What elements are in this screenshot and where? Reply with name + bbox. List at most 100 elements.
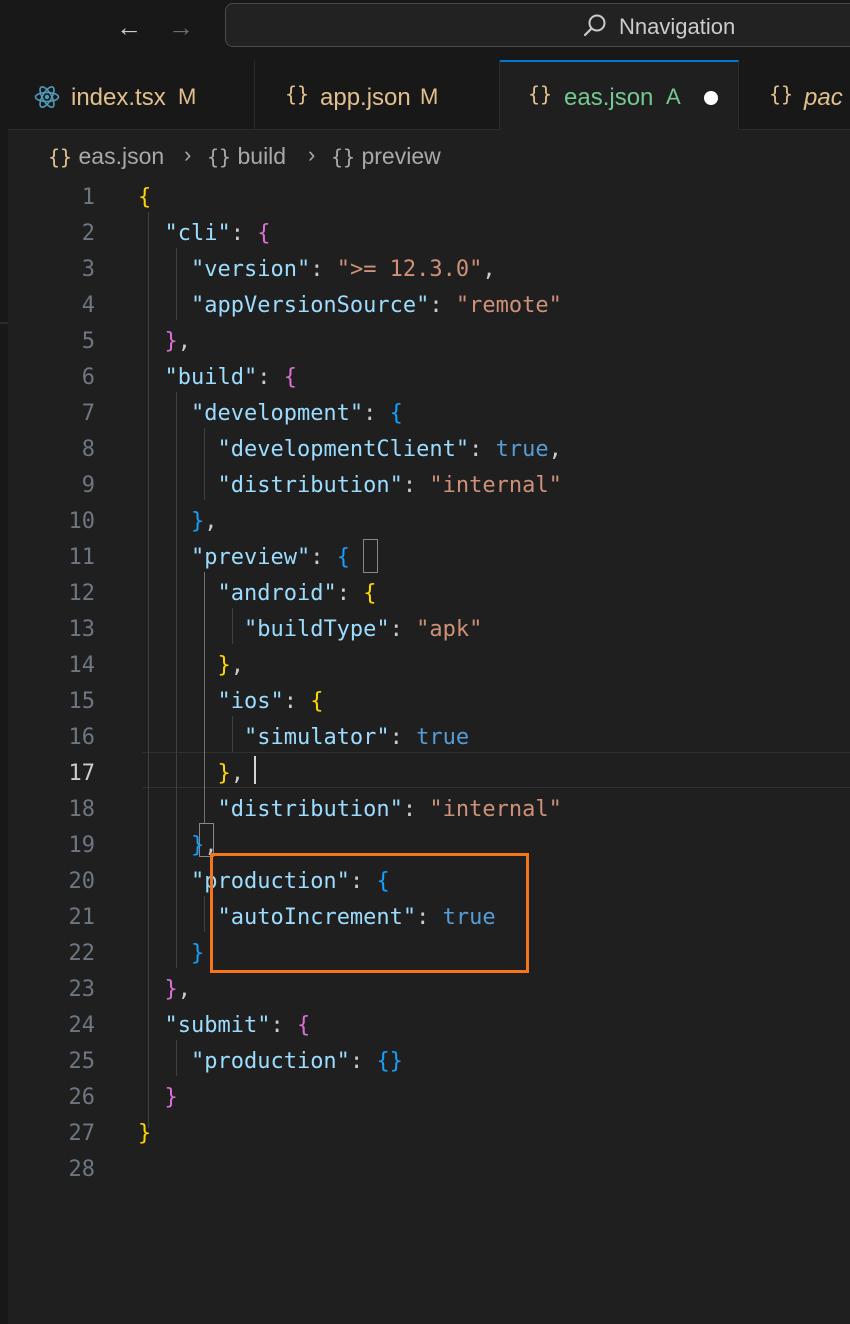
json-braces-icon: {} [528,82,553,106]
code-text: "buildType": "apk" [243,617,483,642]
code-line: 9 "distribution": "internal" [8,468,850,504]
search-text: Nnavigation [619,14,736,39]
command-center-search[interactable]: Nnavigation [225,3,850,47]
code-line: 7 "development": { [8,396,850,432]
breadcrumb: {} eas.json › {} build › {} preview [8,130,850,180]
breadcrumb-item-preview[interactable]: {} preview [331,143,441,170]
forward-arrow-icon[interactable]: → [168,12,194,42]
line-number: 23 [68,977,96,1002]
code-line: 5 }, [8,324,850,360]
line-number: 19 [68,833,96,858]
line-number: 16 [68,725,96,750]
tab-index-tsx[interactable]: index.tsx M [8,60,255,130]
code-text: "production": {} [190,1049,403,1074]
code-text: }, [217,653,244,678]
line-number: 18 [68,797,96,822]
code-text: }, [164,329,192,354]
code-line: 14 }, [8,648,850,684]
line-number: 9 [81,473,95,498]
code-line: 15 "ios": { [8,684,850,720]
line-number: 5 [81,329,95,354]
unsaved-dot-icon[interactable] [704,91,718,105]
activity-bar-edge [0,60,8,1324]
code-text: }, [217,761,244,786]
code-line: 2 "cli": { [8,216,850,252]
code-line: 26 } [8,1080,850,1116]
code-text: } [138,1121,152,1146]
line-number: 28 [68,1157,96,1182]
json-braces-icon: {} [769,82,794,106]
code-text: }, [190,509,218,534]
line-number: 2 [81,221,95,246]
tab-git-status: M [178,84,197,109]
breadcrumb-item-eas-json[interactable]: {} eas.json [48,143,164,170]
code-line: 4 "appVersionSource": "remote" [8,288,850,324]
code-line: 10 }, [8,504,850,540]
code-line: 11 "preview": { [8,540,850,576]
line-number: 14 [68,653,96,678]
code-line: 27} [8,1116,850,1152]
code-text: "submit": { [164,1013,311,1038]
code-text: "simulator": true [243,725,470,750]
json-braces-icon: {} [285,82,310,106]
breadcrumb-label: preview [361,143,441,169]
code-line: 24 "submit": { [8,1008,850,1044]
line-number: 22 [68,941,96,966]
text-cursor [254,756,256,784]
code-text: { [138,185,152,210]
search-icon [583,14,606,37]
tab-eas-json[interactable]: {} eas.json A [500,60,739,130]
chevron-right-icon: › [184,142,192,167]
code-line-current: 17 }, [8,756,850,792]
line-number: 20 [68,869,96,894]
code-line: 18 "distribution": "internal" [8,792,850,828]
tab-label: pac [804,84,843,111]
json-braces-icon: {} [48,145,73,169]
code-line: 23 }, [8,972,850,1008]
code-line: 1{ [8,180,850,216]
line-number: 11 [68,545,96,570]
code-text: }, [164,977,192,1002]
line-number: 26 [68,1085,96,1110]
react-icon [34,85,60,109]
line-number: 13 [68,617,96,642]
code-text: "version": ">= 12.3.0", [190,257,496,282]
code-line: 3 "version": ">= 12.3.0", [8,252,850,288]
line-number: 17 [68,761,96,786]
code-text: "build": { [164,365,297,390]
line-number: 8 [81,437,95,462]
tab-label: index.tsx [71,84,166,111]
code-text: } [164,1085,178,1110]
back-arrow-icon[interactable]: ← [116,12,142,42]
object-braces-icon: {} [331,145,356,169]
object-braces-icon: {} [207,145,232,169]
code-text: "ios": { [217,689,324,714]
line-number: 7 [81,401,95,426]
breadcrumb-item-build[interactable]: {} build [207,143,286,170]
code-text: "distribution": "internal" [217,473,562,498]
tab-app-json[interactable]: {} app.json M [255,60,500,130]
code-line: 28 [8,1152,850,1188]
code-line: 8 "developmentClient": true, [8,432,850,468]
line-number: 12 [68,581,96,606]
chevron-right-icon: › [308,142,316,167]
line-number: 25 [68,1049,96,1074]
code-editor[interactable]: 1{ 2 "cli": { 3 "version": ">= 12.3.0", … [8,180,850,1324]
editor-tab-bar: index.tsx M {} app.json M {} eas.json A … [8,60,850,130]
tab-git-status: M [420,84,439,109]
code-line: 12 "android": { [8,576,850,612]
line-number: 27 [68,1121,96,1146]
edge-divider [0,322,8,324]
code-line: 13 "buildType": "apk" [8,612,850,648]
line-number: 24 [68,1013,96,1038]
tab-package-json[interactable]: {} pac [739,60,850,130]
code-text: "development": { [190,401,403,426]
line-number: 4 [81,293,95,318]
line-number: 10 [68,509,96,534]
title-bar: ← → Nnavigation [0,0,850,60]
annotation-highlight-box [210,853,529,973]
tab-git-status: A [666,84,681,109]
breadcrumb-label: eas.json [78,143,165,169]
code-text: "developmentClient": true, [217,437,562,462]
line-number: 15 [68,689,96,714]
